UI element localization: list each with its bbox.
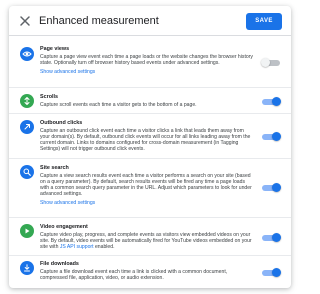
download-icon: [20, 261, 34, 275]
setting-text-outbound-clicks: Outbound clicks Capture an outbound clic…: [40, 120, 255, 152]
setting-text-video-engagement: Video engagement Capture video play, pro…: [40, 224, 255, 250]
show-advanced-settings-link[interactable]: Show advanced settings: [40, 69, 255, 75]
setting-description: Capture a file download event each time …: [40, 269, 228, 282]
setting-title: Site search: [40, 165, 69, 171]
setting-description: Capture an outbound click event each tim…: [40, 128, 251, 153]
setting-title: Scrolls: [40, 94, 58, 100]
dialog-header: Enhanced measurement SAVE: [9, 6, 291, 36]
setting-description: Capture a page view event each time a pa…: [40, 54, 253, 67]
page-views-toggle[interactable]: [261, 58, 281, 67]
close-icon[interactable]: [18, 14, 32, 28]
enhanced-measurement-dialog: Enhanced measurement SAVE Page views Cap…: [9, 6, 291, 288]
setting-row-video-engagement: Video engagement Capture video play, pro…: [9, 218, 291, 256]
setting-row-page-views: Page views Capture a page view event eac…: [9, 37, 291, 88]
video-icon: [20, 224, 34, 238]
setting-description: Capture scroll events each time a visito…: [40, 102, 197, 108]
setting-title: Video engagement: [40, 224, 88, 230]
scrolls-toggle[interactable]: [261, 97, 281, 106]
toggle-knob: [272, 97, 281, 106]
setting-description: Capture a view search results event each…: [40, 173, 252, 198]
video-engagement-toggle[interactable]: [261, 233, 281, 242]
toggle-knob: [272, 132, 281, 141]
setting-title: File downloads: [40, 261, 79, 267]
event-settings-list: Page views Capture a page view event eac…: [9, 37, 291, 288]
setting-title: Outbound clicks: [40, 120, 83, 126]
setting-title: Page views: [40, 46, 70, 52]
scroll-icon: [20, 94, 34, 108]
setting-text-site-search: Site search Capture a view search result…: [40, 165, 255, 206]
setting-text-file-downloads: File downloads Capture a file download e…: [40, 261, 255, 281]
toggle-knob: [272, 183, 281, 192]
outbound-click-icon: [20, 120, 34, 134]
toggle-knob: [272, 233, 281, 242]
description-text-end: enabled.: [94, 244, 115, 251]
setting-row-site-search: Site search Capture a view search result…: [9, 159, 291, 218]
setting-row-file-downloads: File downloads Capture a file download e…: [9, 256, 291, 288]
show-advanced-settings-link[interactable]: Show advanced settings: [40, 200, 255, 206]
toggle-knob: [272, 268, 281, 277]
site-search-toggle[interactable]: [261, 183, 281, 192]
dialog-title: Enhanced measurement: [39, 15, 159, 27]
toggle-knob: [261, 58, 270, 67]
setting-description: Capture video play, progress, and comple…: [40, 232, 255, 250]
eye-icon: [20, 47, 34, 61]
file-downloads-toggle[interactable]: [261, 268, 281, 277]
setting-row-scrolls: Scrolls Capture scroll events each time …: [9, 88, 291, 114]
setting-text-page-views: Page views Capture a page view event eac…: [40, 46, 255, 75]
outbound-clicks-toggle[interactable]: [261, 132, 281, 141]
setting-text-scrolls: Scrolls Capture scroll events each time …: [40, 94, 255, 108]
save-button[interactable]: SAVE: [246, 13, 282, 30]
setting-row-outbound-clicks: Outbound clicks Capture an outbound clic…: [9, 114, 291, 159]
js-api-support-link[interactable]: JS API support: [60, 244, 94, 250]
search-icon: [20, 165, 34, 179]
